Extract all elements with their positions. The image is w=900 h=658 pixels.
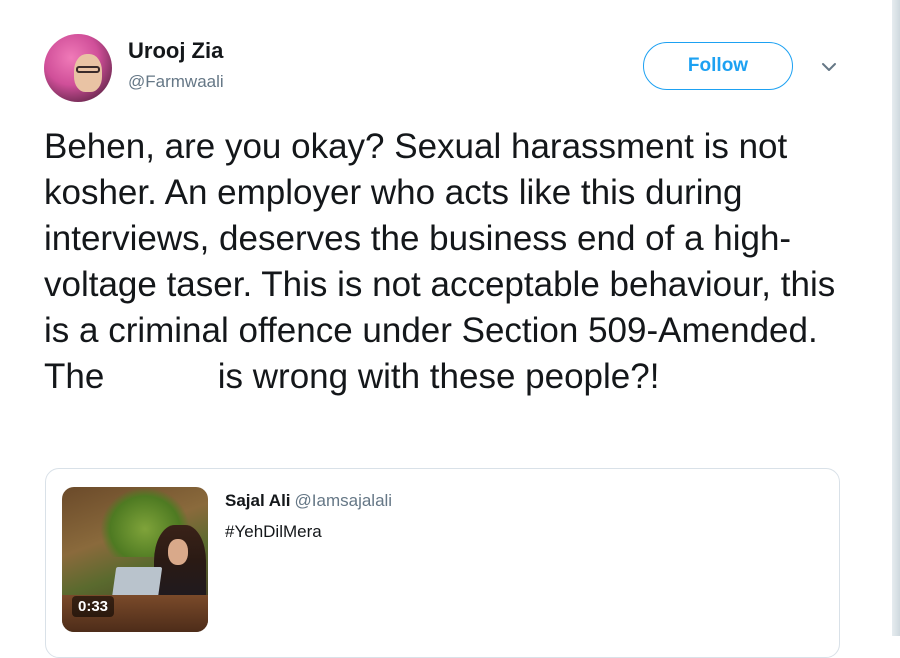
- thumbnail-face: [168, 539, 188, 565]
- tweet-menu-button[interactable]: [816, 56, 842, 78]
- window-edge: [892, 0, 900, 636]
- avatar-glasses: [76, 66, 100, 73]
- tweet-text-part-2: is wrong with these people?!: [217, 357, 660, 396]
- avatar-face: [74, 54, 102, 92]
- avatar[interactable]: [44, 34, 112, 102]
- author-display-name[interactable]: Urooj Zia: [128, 38, 223, 64]
- chevron-down-icon: [822, 63, 836, 71]
- author-handle[interactable]: @Farmwaali: [128, 72, 224, 92]
- quoted-tweet-text[interactable]: #YehDilMera: [225, 522, 322, 542]
- quoted-handle: @Iamsajalali: [294, 491, 393, 510]
- tweet-text: Behen, are you okay? Sexual harassment i…: [44, 124, 864, 400]
- follow-button[interactable]: Follow: [643, 42, 793, 90]
- video-duration-badge: 0:33: [72, 596, 115, 617]
- tweet-text-part-1: Behen, are you okay? Sexual harassment i…: [44, 127, 836, 396]
- quoted-author[interactable]: Sajal Ali @Iamsajalali: [225, 491, 392, 511]
- quoted-display-name: Sajal Ali: [225, 491, 291, 510]
